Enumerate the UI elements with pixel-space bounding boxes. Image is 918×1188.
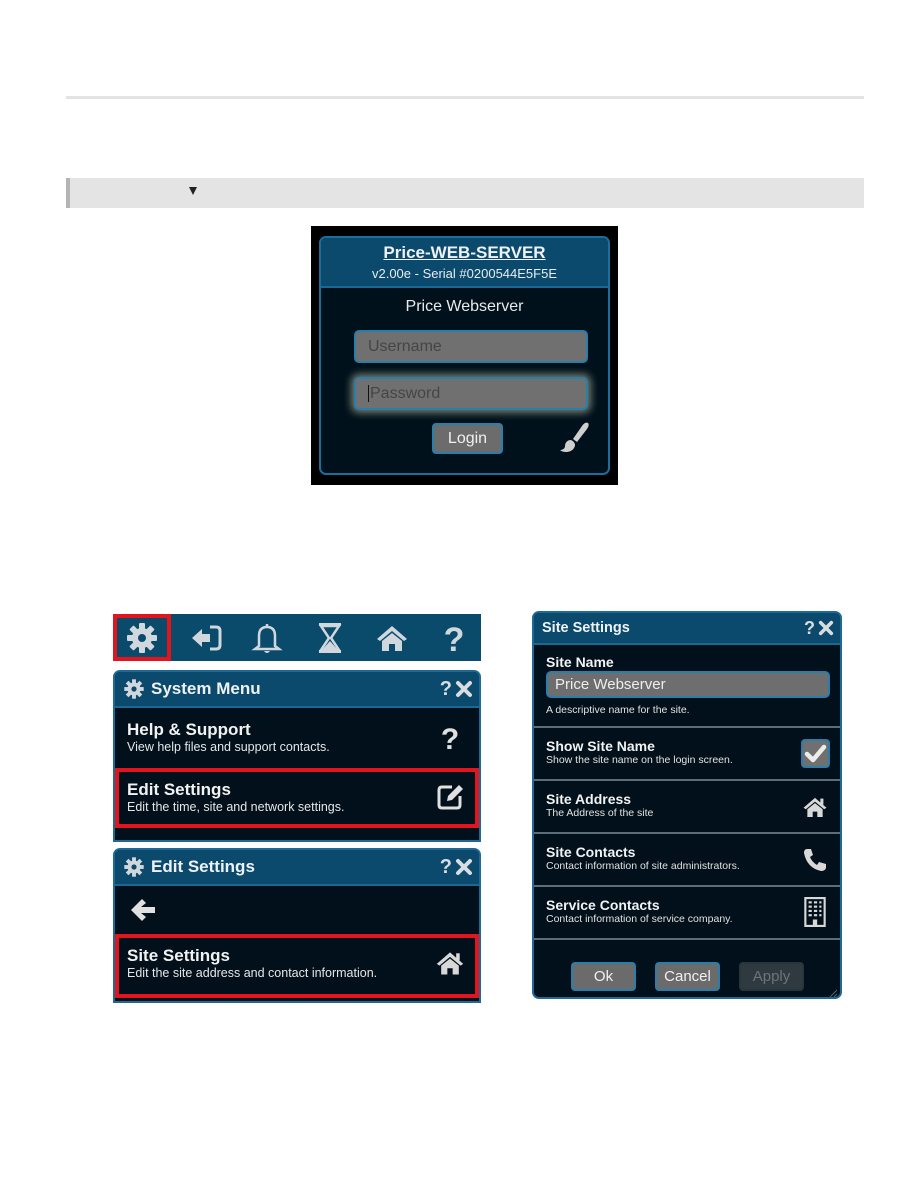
bell-icon xyxy=(251,623,283,653)
site-name-row: Site Name Price Webserver A descriptive … xyxy=(534,645,840,728)
close-icon[interactable] xyxy=(818,620,834,636)
site-contacts-row[interactable]: Site Contacts Contact information of sit… xyxy=(534,834,840,887)
site-name-input[interactable]: Price Webserver xyxy=(546,671,830,698)
close-icon[interactable] xyxy=(455,680,473,698)
login-header: Price-WEB-SERVER v2.00e - Serial #020054… xyxy=(321,238,608,288)
collapsible-section-bar[interactable] xyxy=(66,178,864,208)
menu-item-title: Help & Support xyxy=(127,720,251,739)
question-icon: ? xyxy=(444,621,465,655)
row-label: Site Address xyxy=(546,791,632,807)
site-name-desc: A descriptive name for the site. xyxy=(546,704,690,716)
horizontal-divider xyxy=(66,96,864,99)
question-icon: ? xyxy=(441,723,459,752)
dialog-title: System Menu xyxy=(151,679,261,698)
site-name-label: Price Webserver xyxy=(405,298,524,315)
dialog-header: Site Settings ? xyxy=(534,613,840,645)
text-caret xyxy=(368,385,369,403)
site-name-label: Site Name xyxy=(546,654,614,670)
login-panel: Price-WEB-SERVER v2.00e - Serial #020054… xyxy=(319,236,610,475)
toolbar-schedule-button[interactable] xyxy=(301,614,359,661)
gear-icon xyxy=(127,622,157,653)
svg-text:?: ? xyxy=(444,621,465,655)
menu-item-title: Edit Settings xyxy=(127,780,231,799)
cancel-button[interactable]: Cancel xyxy=(655,962,720,991)
hourglass-icon xyxy=(318,622,342,653)
sign-out-icon xyxy=(192,625,222,650)
show-site-name-row: Show Site Name Show the site name on the… xyxy=(534,728,840,781)
home-icon xyxy=(377,625,407,651)
row-label: Service Contacts xyxy=(546,897,660,913)
show-site-name-desc: Show the site name on the login screen. xyxy=(546,754,733,766)
gear-icon xyxy=(124,857,144,877)
row-desc: The Address of the site xyxy=(546,807,654,819)
close-icon[interactable] xyxy=(455,858,473,876)
menu-item-desc: Edit the site address and contact inform… xyxy=(127,966,378,980)
site-settings-dialog: Site Settings ? Site Name Price Webserve… xyxy=(532,611,842,999)
triangle-down-icon[interactable] xyxy=(189,187,197,195)
site-address-row[interactable]: Site Address The Address of the site xyxy=(534,781,840,834)
menu-item-site-settings[interactable]: Site Settings Edit the site address and … xyxy=(115,934,479,998)
phone-icon xyxy=(804,849,826,871)
building-icon xyxy=(804,897,826,927)
home-icon xyxy=(803,797,827,817)
toolbar-home-button[interactable] xyxy=(363,614,421,661)
help-button[interactable]: ? xyxy=(804,618,815,639)
system-menu-dialog: System Menu ? Help & Support View help f… xyxy=(113,670,481,842)
dialog-header: System Menu ? xyxy=(115,672,479,708)
edit-settings-dialog: Edit Settings ? Site Settings Edit the s… xyxy=(113,848,481,1003)
home-icon xyxy=(436,952,464,975)
login-screenshot: Price-WEB-SERVER v2.00e - Serial #020054… xyxy=(311,226,618,485)
menu-item-desc: Edit the time, site and network settings… xyxy=(127,800,345,814)
service-contacts-row[interactable]: Service Contacts Contact information of … xyxy=(534,887,840,940)
toolbar-settings-button[interactable] xyxy=(113,614,171,661)
row-desc: Contact information of service company. xyxy=(546,913,733,925)
menu-item-title: Site Settings xyxy=(127,946,230,965)
version-serial: v2.00e - Serial #0200544E5F5E xyxy=(371,266,557,281)
help-button[interactable]: ? xyxy=(440,678,452,701)
resize-handle-icon[interactable] xyxy=(828,988,838,998)
back-row xyxy=(115,886,479,934)
toolbar-alarms-button[interactable] xyxy=(238,614,296,661)
row-desc: Contact information of site administrato… xyxy=(546,860,740,872)
help-button[interactable]: ? xyxy=(440,856,452,879)
checkmark-icon xyxy=(804,744,827,763)
show-site-name-label: Show Site Name xyxy=(546,738,655,754)
arrow-left-icon[interactable] xyxy=(129,896,157,924)
username-input[interactable]: Username xyxy=(354,330,588,363)
main-toolbar: ? xyxy=(113,614,481,661)
menu-item-edit-settings[interactable]: Edit Settings Edit the time, site and ne… xyxy=(115,768,479,828)
login-title-link[interactable]: Price-WEB-SERVER xyxy=(383,243,545,263)
toolbar-help-button[interactable]: ? xyxy=(425,614,483,661)
dialog-footer: Ok Cancel Apply xyxy=(534,940,840,998)
show-site-name-checkbox[interactable] xyxy=(801,739,830,768)
dialog-title: Site Settings xyxy=(542,620,630,636)
dialog-header: Edit Settings ? xyxy=(115,850,479,886)
ok-button[interactable]: Ok xyxy=(571,962,636,991)
paintbrush-icon[interactable] xyxy=(557,420,591,454)
row-label: Site Contacts xyxy=(546,844,636,860)
password-input[interactable]: Password xyxy=(354,377,588,410)
dialog-title: Edit Settings xyxy=(151,857,255,876)
svg-text:?: ? xyxy=(441,723,459,752)
apply-button: Apply xyxy=(739,962,804,991)
menu-item-help-support[interactable]: Help & Support View help files and suppo… xyxy=(115,708,479,768)
gear-icon xyxy=(124,679,144,699)
password-placeholder: Password xyxy=(370,385,441,402)
edit-icon xyxy=(437,785,463,810)
menu-item-desc: View help files and support contacts. xyxy=(127,740,330,754)
toolbar-logout-button[interactable] xyxy=(177,614,235,661)
login-button[interactable]: Login xyxy=(432,423,503,454)
